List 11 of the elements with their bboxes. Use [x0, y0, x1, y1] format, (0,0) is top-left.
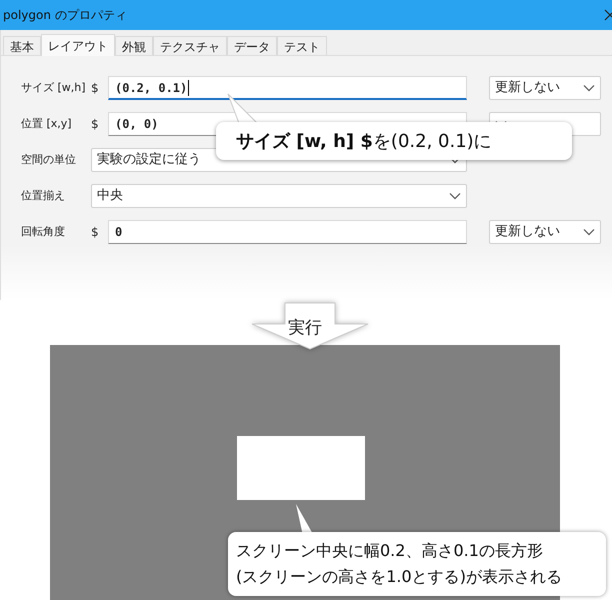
field-label: サイズ [w,h]: [21, 80, 87, 96]
dollar-sign: $: [91, 224, 100, 241]
result-tooltip: スクリーン中央に幅0.2、高さ0.1の長方形 (スクリーンの高さを1.0とする)が表示される: [228, 532, 606, 596]
field-label: 位置 [x,y]: [21, 116, 73, 132]
dollar-sign: $: [91, 80, 100, 97]
field-label: 回転角度: [21, 224, 66, 240]
field-label: 位置揃え: [21, 188, 66, 204]
field-label: 空間の単位: [21, 152, 77, 168]
dollar-sign: $: [91, 116, 100, 133]
run-label: 実行: [288, 317, 322, 340]
window-title: polygon のプロパティ: [3, 7, 127, 24]
